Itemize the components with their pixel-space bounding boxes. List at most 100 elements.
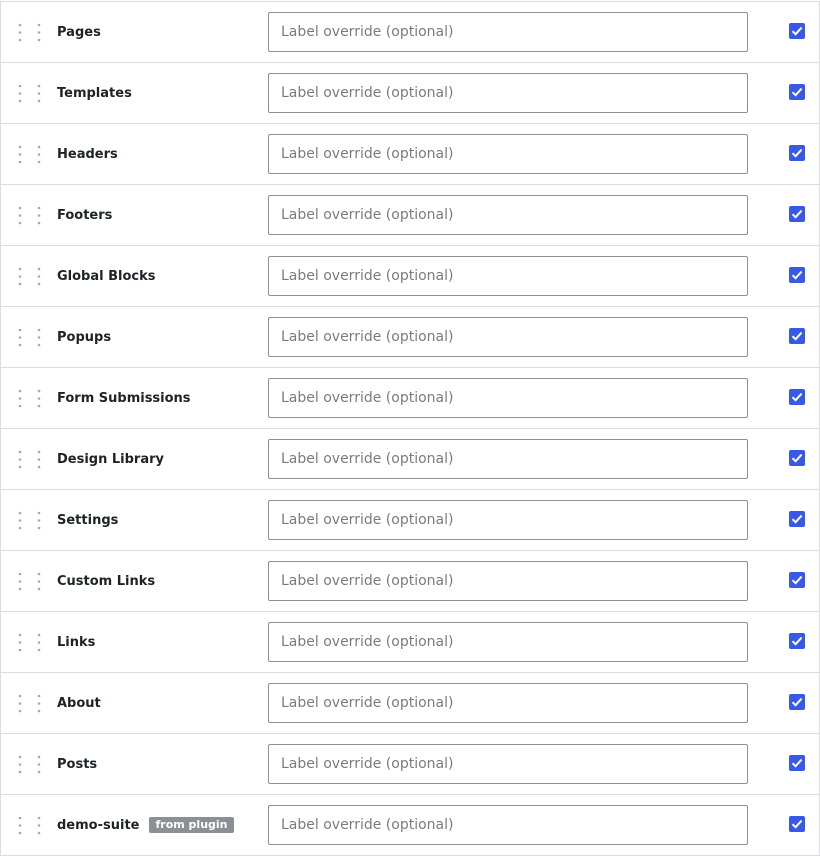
checkmark-icon (791, 26, 803, 36)
list-item-3: Footers (0, 184, 820, 246)
item-label-group: Templates (57, 63, 132, 123)
checkmark-icon (791, 575, 803, 585)
source-badge: from plugin (149, 817, 234, 833)
item-label-group: Custom Links (57, 551, 155, 611)
item-label: Templates (57, 85, 132, 101)
list-item-9: Custom Links (0, 550, 820, 612)
checkmark-icon (791, 453, 803, 463)
visibility-checkbox[interactable] (789, 511, 805, 527)
list-item-8: Settings (0, 489, 820, 551)
label-override-input[interactable] (268, 439, 748, 479)
drag-handle-icon[interactable] (17, 145, 44, 164)
list-item-6: Form Submissions (0, 367, 820, 429)
item-label: Links (57, 634, 96, 650)
item-label: Headers (57, 146, 118, 162)
label-override-input[interactable] (268, 622, 748, 662)
item-label-group: Posts (57, 734, 97, 794)
visibility-checkbox[interactable] (789, 267, 805, 283)
drag-handle-icon[interactable] (17, 389, 44, 408)
list-item-11: About (0, 672, 820, 734)
checkmark-icon (791, 331, 803, 341)
item-label: Popups (57, 329, 112, 345)
item-label-group: Form Submissions (57, 368, 191, 428)
list-item-5: Popups (0, 306, 820, 368)
drag-handle-icon[interactable] (17, 450, 44, 469)
drag-handle-icon[interactable] (17, 694, 44, 713)
label-override-input[interactable] (268, 683, 748, 723)
list-item-13: demo-suite from plugin (0, 794, 820, 856)
label-override-input[interactable] (268, 500, 748, 540)
label-override-input[interactable] (268, 195, 748, 235)
item-label-group: Design Library (57, 429, 164, 489)
item-label: About (57, 695, 101, 711)
drag-handle-icon[interactable] (17, 816, 44, 835)
visibility-checkbox[interactable] (789, 145, 805, 161)
list-item-12: Posts (0, 733, 820, 795)
label-override-input[interactable] (268, 134, 748, 174)
label-override-input[interactable] (268, 378, 748, 418)
visibility-checkbox[interactable] (789, 572, 805, 588)
item-label: Form Submissions (57, 390, 191, 406)
label-override-input[interactable] (268, 12, 748, 52)
label-override-input[interactable] (268, 805, 748, 845)
checkmark-icon (791, 87, 803, 97)
checkmark-icon (791, 209, 803, 219)
item-label-group: About (57, 673, 101, 733)
item-label: Custom Links (57, 573, 156, 589)
drag-handle-icon[interactable] (17, 84, 44, 103)
list-item-10: Links (0, 611, 820, 673)
checkmark-icon (791, 270, 803, 280)
item-label-group: demo-suite from plugin (57, 795, 234, 855)
checkmark-icon (791, 148, 803, 158)
visibility-checkbox[interactable] (789, 84, 805, 100)
label-override-input[interactable] (268, 744, 748, 784)
item-label: Design Library (57, 451, 165, 467)
item-label-group: Links (57, 612, 95, 672)
item-label-group: Popups (57, 307, 111, 367)
drag-handle-icon[interactable] (17, 755, 44, 774)
checkmark-icon (791, 758, 803, 768)
item-label-group: Global Blocks (57, 246, 156, 306)
visibility-checkbox[interactable] (789, 694, 805, 710)
item-label: Pages (57, 24, 101, 40)
drag-handle-icon[interactable] (17, 633, 44, 652)
drag-handle-icon[interactable] (17, 328, 44, 347)
drag-handle-icon[interactable] (17, 23, 44, 42)
drag-handle-icon[interactable] (17, 572, 44, 591)
visibility-checkbox[interactable] (789, 450, 805, 466)
list-item-2: Headers (0, 123, 820, 185)
item-label: Global Blocks (57, 268, 156, 284)
checkmark-icon (791, 819, 803, 829)
visibility-checkbox[interactable] (789, 816, 805, 832)
checkmark-icon (791, 697, 803, 707)
item-label-group: Headers (57, 124, 118, 184)
label-override-input[interactable] (268, 317, 748, 357)
drag-handle-icon[interactable] (17, 206, 44, 225)
drag-handle-icon[interactable] (17, 511, 44, 530)
drag-handle-icon[interactable] (17, 267, 44, 286)
visibility-checkbox[interactable] (789, 755, 805, 771)
item-label-group: Footers (57, 185, 112, 245)
visibility-checkbox[interactable] (789, 633, 805, 649)
visibility-checkbox[interactable] (789, 389, 805, 405)
list-item-7: Design Library (0, 428, 820, 490)
label-override-input[interactable] (268, 73, 748, 113)
item-label-group: Settings (57, 490, 118, 550)
checkmark-icon (791, 636, 803, 646)
checkmark-icon (791, 514, 803, 524)
label-override-input[interactable] (268, 561, 748, 601)
item-label: demo-suite (57, 817, 140, 833)
item-label: Footers (57, 207, 113, 223)
list-item-1: Templates (0, 62, 820, 124)
item-label: Settings (57, 512, 119, 528)
label-override-input[interactable] (268, 256, 748, 296)
item-label: Posts (57, 756, 98, 772)
visibility-checkbox[interactable] (789, 206, 805, 222)
list-item-4: Global Blocks (0, 245, 820, 307)
menu-items-list: Pages Templates (0, 0, 820, 856)
list-item-0: Pages (0, 1, 820, 63)
item-label-group: Pages (57, 2, 101, 62)
checkmark-icon (791, 392, 803, 402)
visibility-checkbox[interactable] (789, 23, 805, 39)
visibility-checkbox[interactable] (789, 328, 805, 344)
